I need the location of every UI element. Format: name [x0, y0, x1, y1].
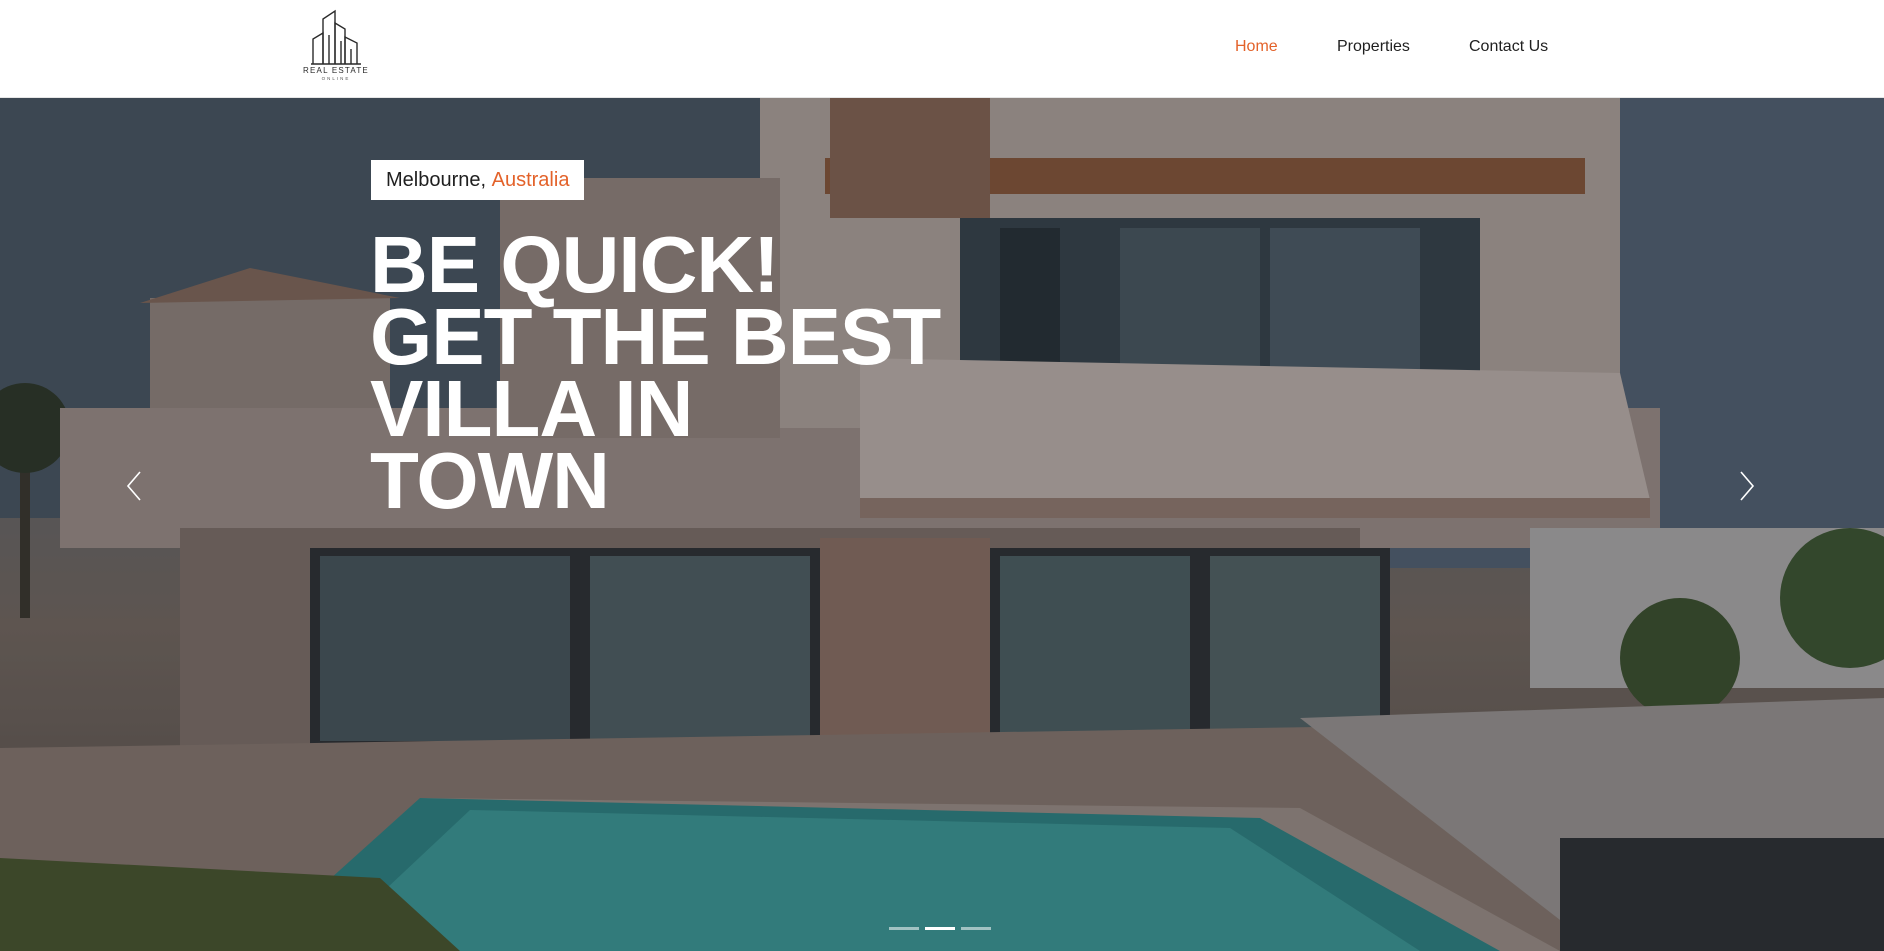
- hero-slider: Melbourne, Australia BE QUICK! GET THE B…: [0, 98, 1884, 951]
- chevron-left-icon: [126, 471, 141, 501]
- brand-name: REAL ESTATE: [303, 66, 369, 75]
- next-slide-button[interactable]: [1732, 466, 1762, 506]
- hero-headline: BE QUICK! GET THE BEST VILLA IN TOWN: [370, 220, 990, 525]
- slide-dot-2[interactable]: [925, 927, 955, 930]
- chevron-right-icon: [1740, 471, 1755, 501]
- slide-pagination: [889, 927, 993, 931]
- location-city: Melbourne,: [386, 168, 487, 191]
- brand-tagline: ONLINE: [321, 76, 351, 81]
- nav-home-link[interactable]: Home: [1235, 38, 1278, 56]
- headline-line: TOWN: [370, 436, 610, 525]
- headline-line: VILLA IN: [370, 364, 693, 453]
- slide-dot-3[interactable]: [961, 927, 991, 930]
- hero-dark-overlay: [0, 98, 1884, 951]
- prev-slide-button[interactable]: [119, 466, 149, 506]
- nav-contact-link[interactable]: Contact Us: [1469, 38, 1548, 56]
- slide-dot-1[interactable]: [889, 927, 919, 930]
- headline-line: BE QUICK!: [370, 220, 780, 309]
- headline-line: GET THE BEST: [370, 292, 941, 381]
- site-header: REAL ESTATE ONLINE Home Properties Conta…: [0, 0, 1884, 98]
- nav-properties-link[interactable]: Properties: [1337, 38, 1410, 56]
- location-country: Australia: [491, 168, 570, 191]
- location-badge: Melbourne, Australia: [371, 160, 585, 200]
- main-nav: Home Properties Contact Us: [0, 38, 1884, 60]
